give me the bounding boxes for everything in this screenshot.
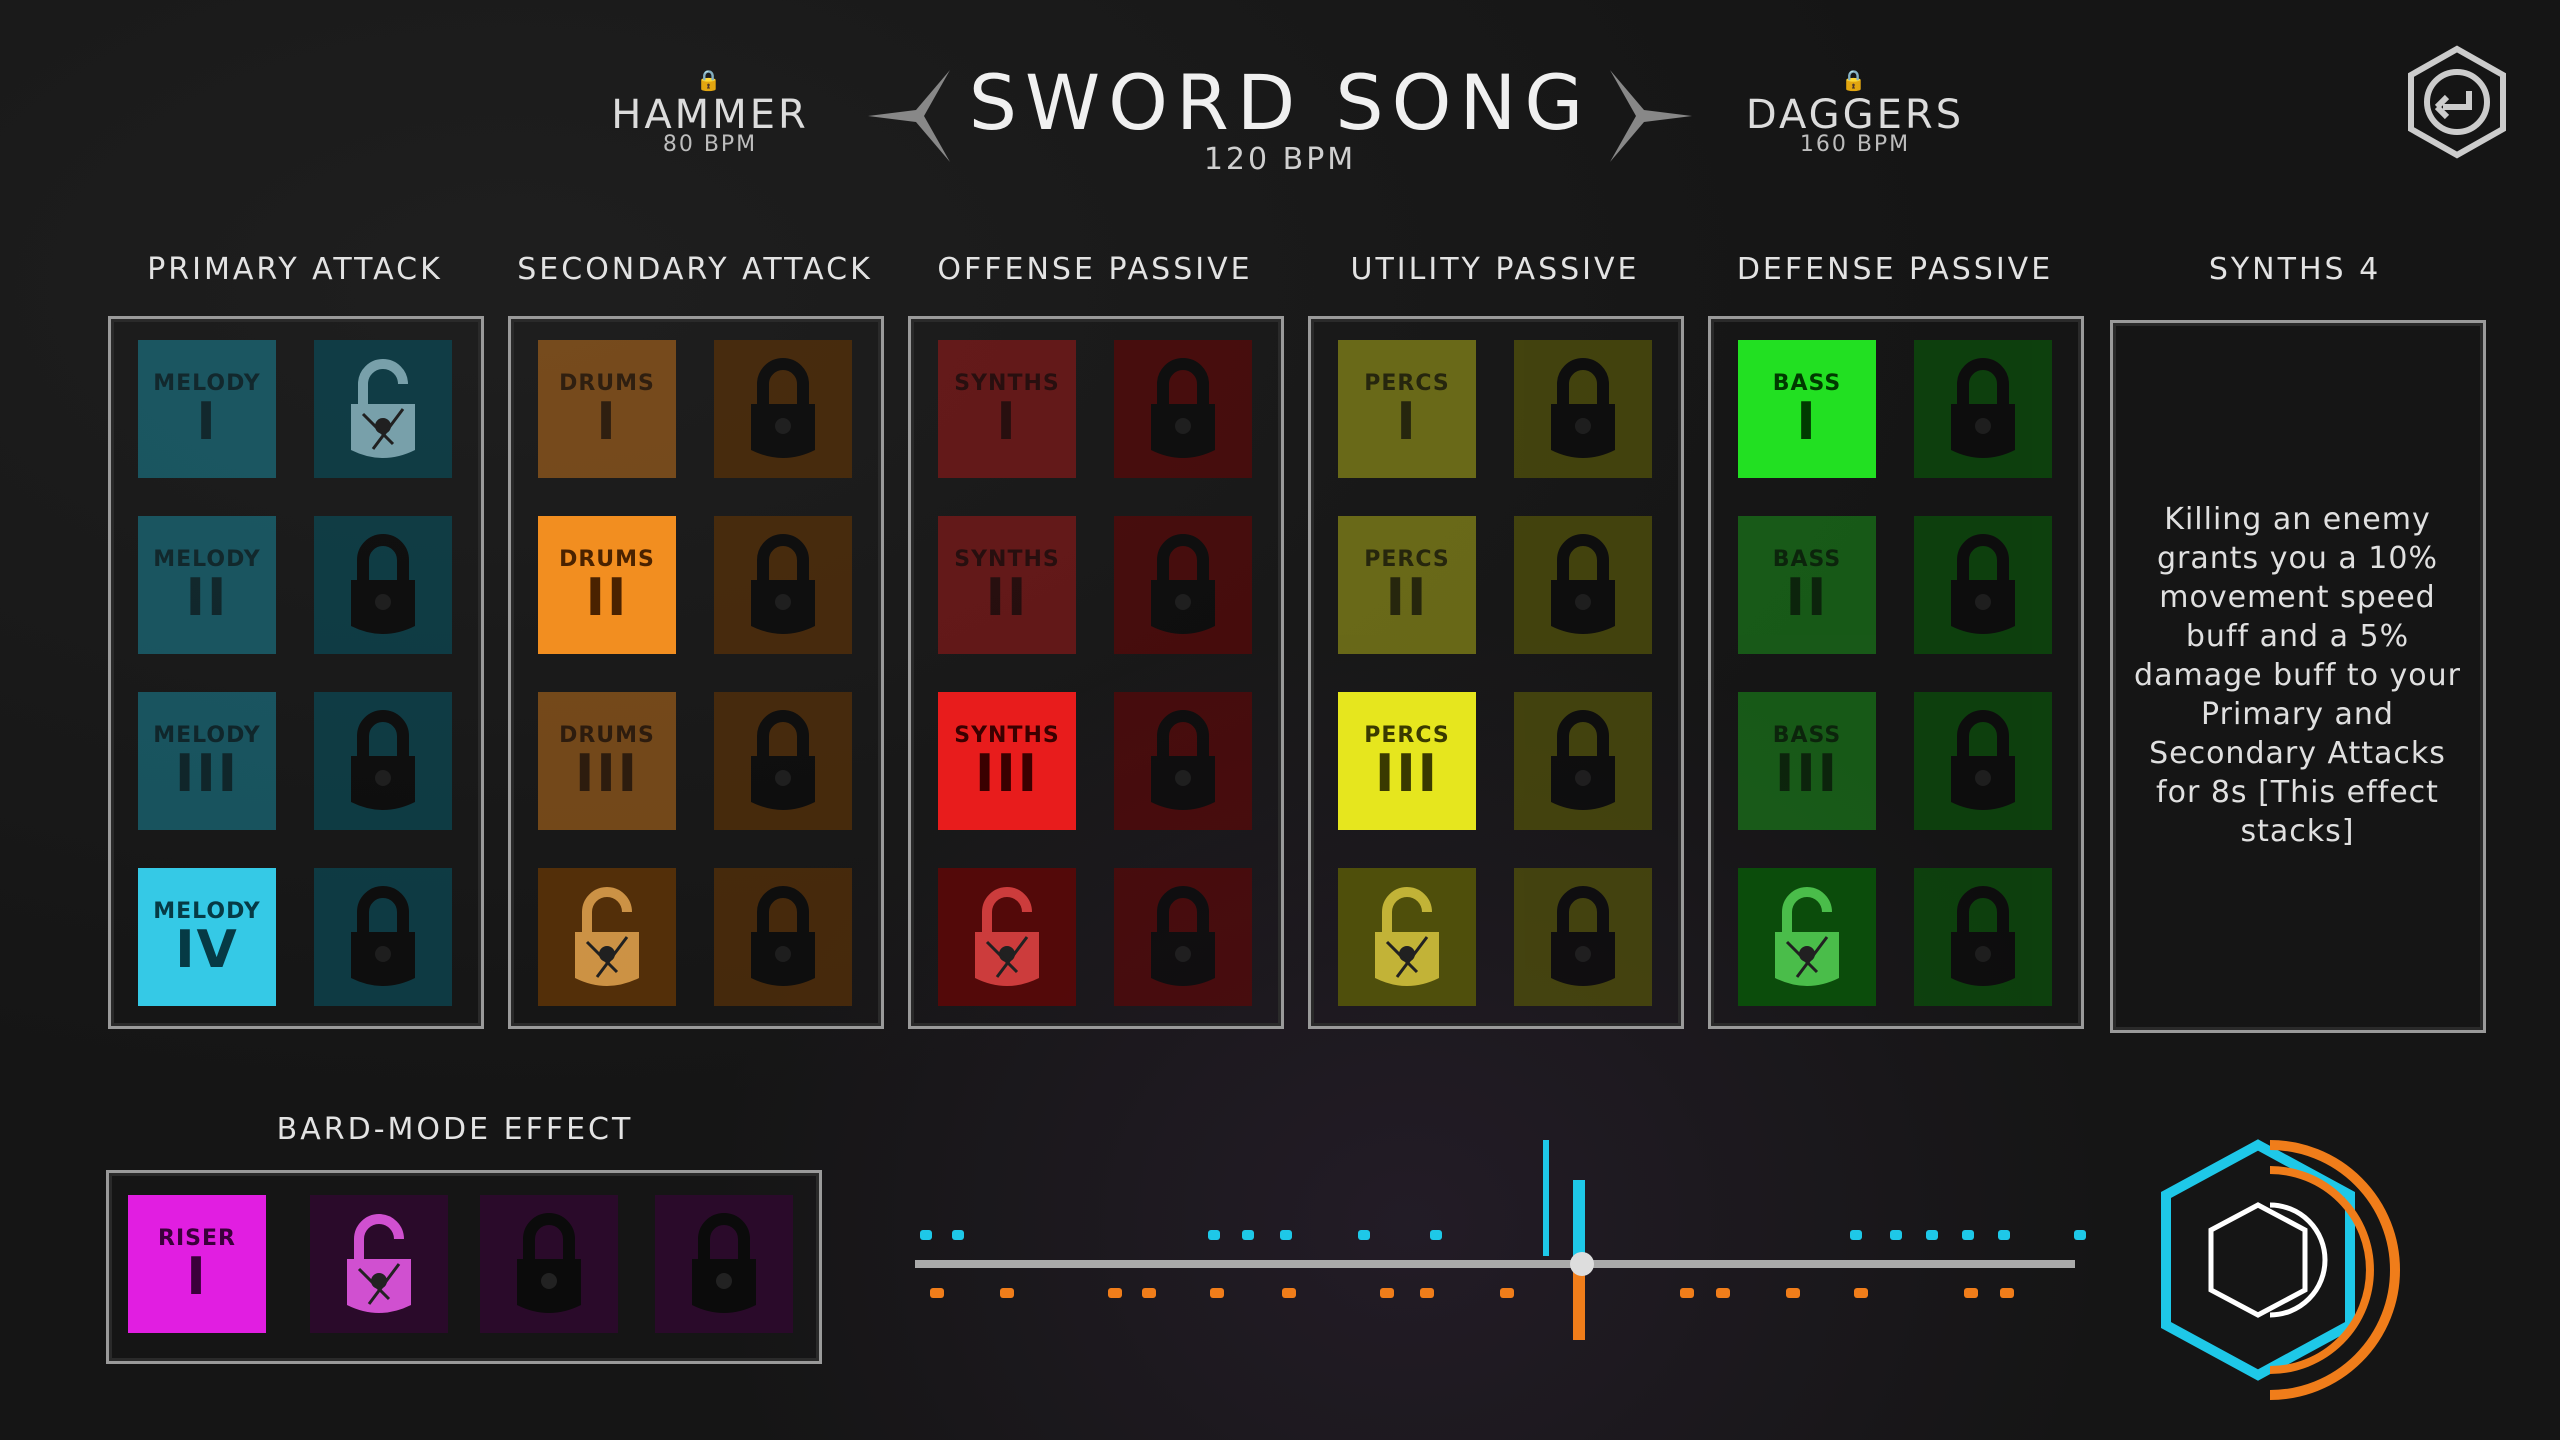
lock-icon: 🔒 [1841, 68, 1869, 92]
lock-icon [714, 340, 852, 478]
left-ornament-icon [868, 70, 950, 162]
cyan-beat [1962, 1230, 1974, 1240]
lock-icon [1514, 516, 1652, 654]
primary-attack-label: PRIMARY ATTACK [147, 252, 443, 287]
cyan-beat [1242, 1230, 1254, 1240]
bass-1-tile[interactable]: BASS I [1738, 340, 1876, 478]
drums-3-tile[interactable]: DRUMS III [538, 692, 676, 830]
lock-icon [1514, 692, 1652, 830]
cyan-beat [920, 1230, 932, 1240]
offense-passive-label: OFFENSE PASSIVE [937, 252, 1253, 287]
broken-lock-icon [1338, 868, 1476, 1006]
orange-beat [1854, 1288, 1868, 1298]
orange-beat [1680, 1288, 1694, 1298]
lock-icon [714, 516, 852, 654]
percs-1-tile[interactable]: PERCS I [1338, 340, 1476, 478]
lock-icon [1114, 692, 1252, 830]
lock-icon [1114, 340, 1252, 478]
orange-beat [930, 1288, 944, 1298]
daggers-weapon-tab[interactable]: 🔒 DAGGERS 160 BPM [1735, 68, 1975, 157]
bass-2-tile[interactable]: BASS II [1738, 516, 1876, 654]
rhythm-track [915, 1140, 2086, 1340]
orange-beat [1142, 1288, 1156, 1298]
melody-4-tile[interactable]: MELODY IV [138, 868, 276, 1006]
orange-beat [1964, 1288, 1978, 1298]
orange-beat [1282, 1288, 1296, 1298]
cyan-beats [920, 1230, 2086, 1240]
cyan-marker-tall [1543, 1140, 1549, 1256]
orange-beat [1716, 1288, 1730, 1298]
ability-description: Killing an enemy grants you a 10% moveme… [2134, 502, 2461, 849]
melody-1-tile[interactable]: MELODY I [138, 340, 276, 478]
orange-beat [1108, 1288, 1122, 1298]
cyan-beat [1850, 1230, 1862, 1240]
synths-1-tile[interactable]: SYNTHS I [938, 340, 1076, 478]
hammer-weapon-tab[interactable]: 🔒 HAMMER 80 BPM [590, 68, 830, 157]
cyan-beat [952, 1230, 964, 1240]
percs-2-tile[interactable]: PERCS II [1338, 516, 1476, 654]
lock-icon [314, 692, 452, 830]
orange-beats [930, 1288, 2014, 1298]
orange-beat [1420, 1288, 1434, 1298]
melody-3-tile[interactable]: MELODY III [138, 692, 276, 830]
cyan-beat [2074, 1230, 2086, 1240]
lock-icon [1114, 868, 1252, 1006]
cyan-marker [1573, 1180, 1585, 1256]
lock-icon [1514, 340, 1652, 478]
cyan-beat [1358, 1230, 1370, 1240]
title-bpm: 120 BPM [1203, 142, 1357, 177]
cyan-beat [1430, 1230, 1442, 1240]
orange-beat [2000, 1288, 2014, 1298]
lock-icon [714, 868, 852, 1006]
right-ornament-icon [1610, 70, 1692, 162]
page-title: SWORD SONG [968, 58, 1592, 147]
orange-beat [1500, 1288, 1514, 1298]
synths-3-tile[interactable]: SYNTHS III [938, 692, 1076, 830]
lock-icon [1914, 516, 2052, 654]
bard-mode-label: BARD-MODE EFFECT [276, 1112, 634, 1147]
lock-icon [1514, 868, 1652, 1006]
riser-1-tile[interactable]: RISER I [128, 1195, 266, 1333]
beat-indicator-icon [2161, 1139, 2400, 1400]
cyan-beat [1998, 1230, 2010, 1240]
lock-icon [714, 692, 852, 830]
cyan-beat [1280, 1230, 1292, 1240]
return-icon[interactable] [2405, 45, 2510, 160]
cyan-beat [1208, 1230, 1220, 1240]
lock-icon [1914, 692, 2052, 830]
cyan-beat [1926, 1230, 1938, 1240]
orange-marker [1573, 1270, 1585, 1340]
defense-passive-label: DEFENSE PASSIVE [1736, 252, 2054, 287]
lock-icon: 🔒 [696, 68, 724, 92]
orange-beat [1786, 1288, 1800, 1298]
cyan-beat [1890, 1230, 1902, 1240]
bass-3-tile[interactable]: BASS III [1738, 692, 1876, 830]
orange-beat [1000, 1288, 1014, 1298]
playhead [1570, 1252, 1594, 1276]
lock-icon [314, 868, 452, 1006]
lock-icon [314, 516, 452, 654]
synths-2-tile[interactable]: SYNTHS II [938, 516, 1076, 654]
lock-icon [1914, 868, 2052, 1006]
info-panel-title: SYNTHS 4 [2208, 252, 2382, 287]
lock-icon [1914, 340, 2052, 478]
orange-beat [1380, 1288, 1394, 1298]
orange-beat [1210, 1288, 1224, 1298]
percs-3-tile[interactable]: PERCS III [1338, 692, 1476, 830]
utility-passive-label: UTILITY PASSIVE [1350, 252, 1640, 287]
broken-lock-icon [314, 340, 452, 478]
broken-lock-icon [938, 868, 1076, 1006]
drums-1-tile[interactable]: DRUMS I [538, 340, 676, 478]
secondary-attack-label: SECONDARY ATTACK [517, 252, 873, 287]
lock-icon [1114, 516, 1252, 654]
drums-2-tile[interactable]: DRUMS II [538, 516, 676, 654]
broken-lock-icon [538, 868, 676, 1006]
melody-2-tile[interactable]: MELODY II [138, 516, 276, 654]
broken-lock-icon [1738, 868, 1876, 1006]
